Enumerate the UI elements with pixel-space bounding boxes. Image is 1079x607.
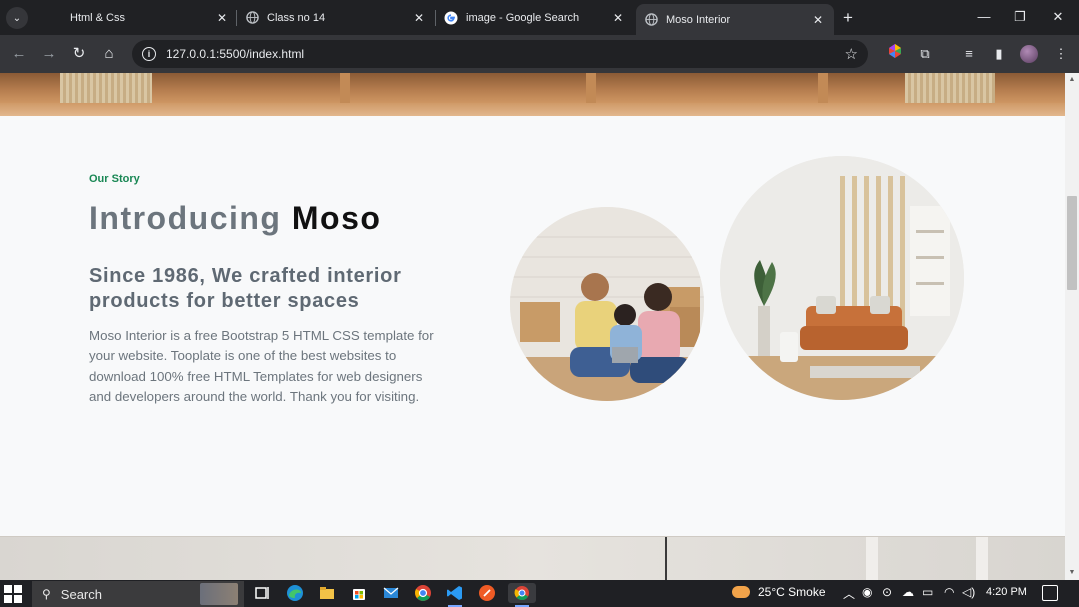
tab-close-icon[interactable]: ✕ [214,11,230,25]
page-viewport: Our Story Introducing Moso Since 1986, W… [0,73,1065,580]
store-icon[interactable] [349,583,369,603]
site-info-icon[interactable]: i [142,47,156,61]
extensions-puzzle-icon[interactable]: ⧉ [914,43,936,65]
section-eyebrow: Our Story [89,173,140,185]
record-icon[interactable]: ◉ [862,585,872,599]
blank-icon [48,11,62,25]
media-queue-icon[interactable]: ≡ [958,43,980,65]
scroll-down-icon[interactable]: ▼ [1065,566,1079,580]
browser-tab-strip: ⌄ Html & Css ✕ Class no 14 ✕ image - Goo… [0,0,1079,35]
battery-icon[interactable]: ▭ [922,585,933,599]
page-scrollbar[interactable]: ▲ ▼ [1065,73,1079,580]
address-bar[interactable]: i 127.0.0.1:5500/index.html ☆ [132,40,868,68]
taskbar-search-box[interactable]: ⚲ Search [32,581,244,607]
globe-icon [644,13,658,27]
tab-title: Moso Interior [666,13,731,26]
wifi-icon[interactable]: ◠ [944,585,954,599]
windows-start-icon[interactable] [4,585,22,603]
section-subheading: Since 1986, We crafted interior products… [89,265,402,312]
tab-class-no-14[interactable]: Class no 14 ✕ [237,4,435,31]
new-tab-button[interactable]: + [838,8,858,28]
cloud-icon[interactable]: ☁ [902,585,914,599]
scroll-up-icon[interactable]: ▲ [1065,73,1079,87]
meet-icon[interactable]: ⊙ [882,585,892,599]
image-panel [976,537,988,580]
family-photo [510,207,704,401]
postman-icon[interactable] [477,583,497,603]
close-window-button[interactable]: ✕ [1040,6,1076,28]
url-text[interactable]: 127.0.0.1:5500/index.html [166,47,845,61]
mail-icon[interactable] [381,583,401,603]
profile-avatar[interactable] [1018,43,1040,65]
tab-close-icon[interactable]: ✕ [810,13,826,27]
tab-search-button[interactable]: ⌄ [6,7,28,29]
edge-icon[interactable] [285,583,305,603]
google-icon [444,11,458,25]
tab-moso-interior[interactable]: Moso Interior ✕ [636,4,834,35]
color-extension-icon[interactable] [884,43,906,65]
vscode-icon[interactable] [445,583,465,603]
tab-google-search[interactable]: image - Google Search ✕ [436,4,634,31]
chevron-up-icon[interactable]: ︿ [843,585,855,602]
about-section: Our Story Introducing Moso Since 1986, W… [0,116,1065,536]
windows-taskbar: ⚲ Search 25°C Smoke ︿ ◉ ⊙ ☁ ▭ ◠ ◁) 4:20 … [0,580,1079,607]
globe-icon [245,11,259,25]
minimize-button[interactable]: — [966,6,1002,28]
next-section-image [0,536,1065,580]
bookmark-star-icon[interactable]: ☆ [845,45,858,63]
chrome-icon[interactable] [413,583,433,603]
more-menu-icon[interactable]: ⋮ [1050,43,1072,65]
reload-icon[interactable]: ↻ [68,43,90,65]
tab-html-css[interactable]: Html & Css ✕ [40,4,238,31]
heading-muted: Introducing [89,200,282,236]
notification-icon[interactable] [1042,585,1058,601]
tab-title: Class no 14 [267,11,326,24]
image-divider [665,537,667,580]
taskbar-search-label: Search [60,586,102,602]
weather-icon [732,586,750,598]
heading-brand: Moso [291,200,382,236]
scrollbar-thumb[interactable] [1067,196,1077,290]
taskbar-clock[interactable]: 4:20 PM [986,586,1027,598]
restore-button[interactable]: ❐ [1002,6,1038,28]
section-heading: Introducing Moso [89,200,381,237]
volume-icon[interactable]: ◁) [962,585,975,599]
floor [0,103,1065,116]
hero-image-bottom [0,73,1065,116]
browser-toolbar: ← → ↻ ⌂ i 127.0.0.1:5500/index.html ☆ ⧉ … [0,35,1079,73]
weather-widget[interactable]: 25°C Smoke [732,585,826,599]
forward-icon[interactable]: → [38,43,60,65]
living-room-photo [720,156,964,400]
back-icon[interactable]: ← [8,43,30,65]
tab-close-icon[interactable]: ✕ [411,11,427,25]
file-explorer-icon[interactable] [317,583,337,603]
search-highlight-image [200,583,238,605]
tab-close-icon[interactable]: ✕ [610,11,626,25]
chrome-active-icon[interactable] [508,583,536,603]
weather-text: 25°C Smoke [758,585,826,599]
section-paragraph: Moso Interior is a free Bootstrap 5 HTML… [89,328,434,404]
side-panel-icon[interactable]: ▮ [988,43,1010,65]
home-icon[interactable]: ⌂ [98,43,120,65]
tab-title: image - Google Search [466,11,580,24]
search-icon: ⚲ [42,587,51,601]
image-panel [866,537,878,580]
tab-title: Html & Css [70,11,125,24]
task-view-icon[interactable] [253,583,273,603]
